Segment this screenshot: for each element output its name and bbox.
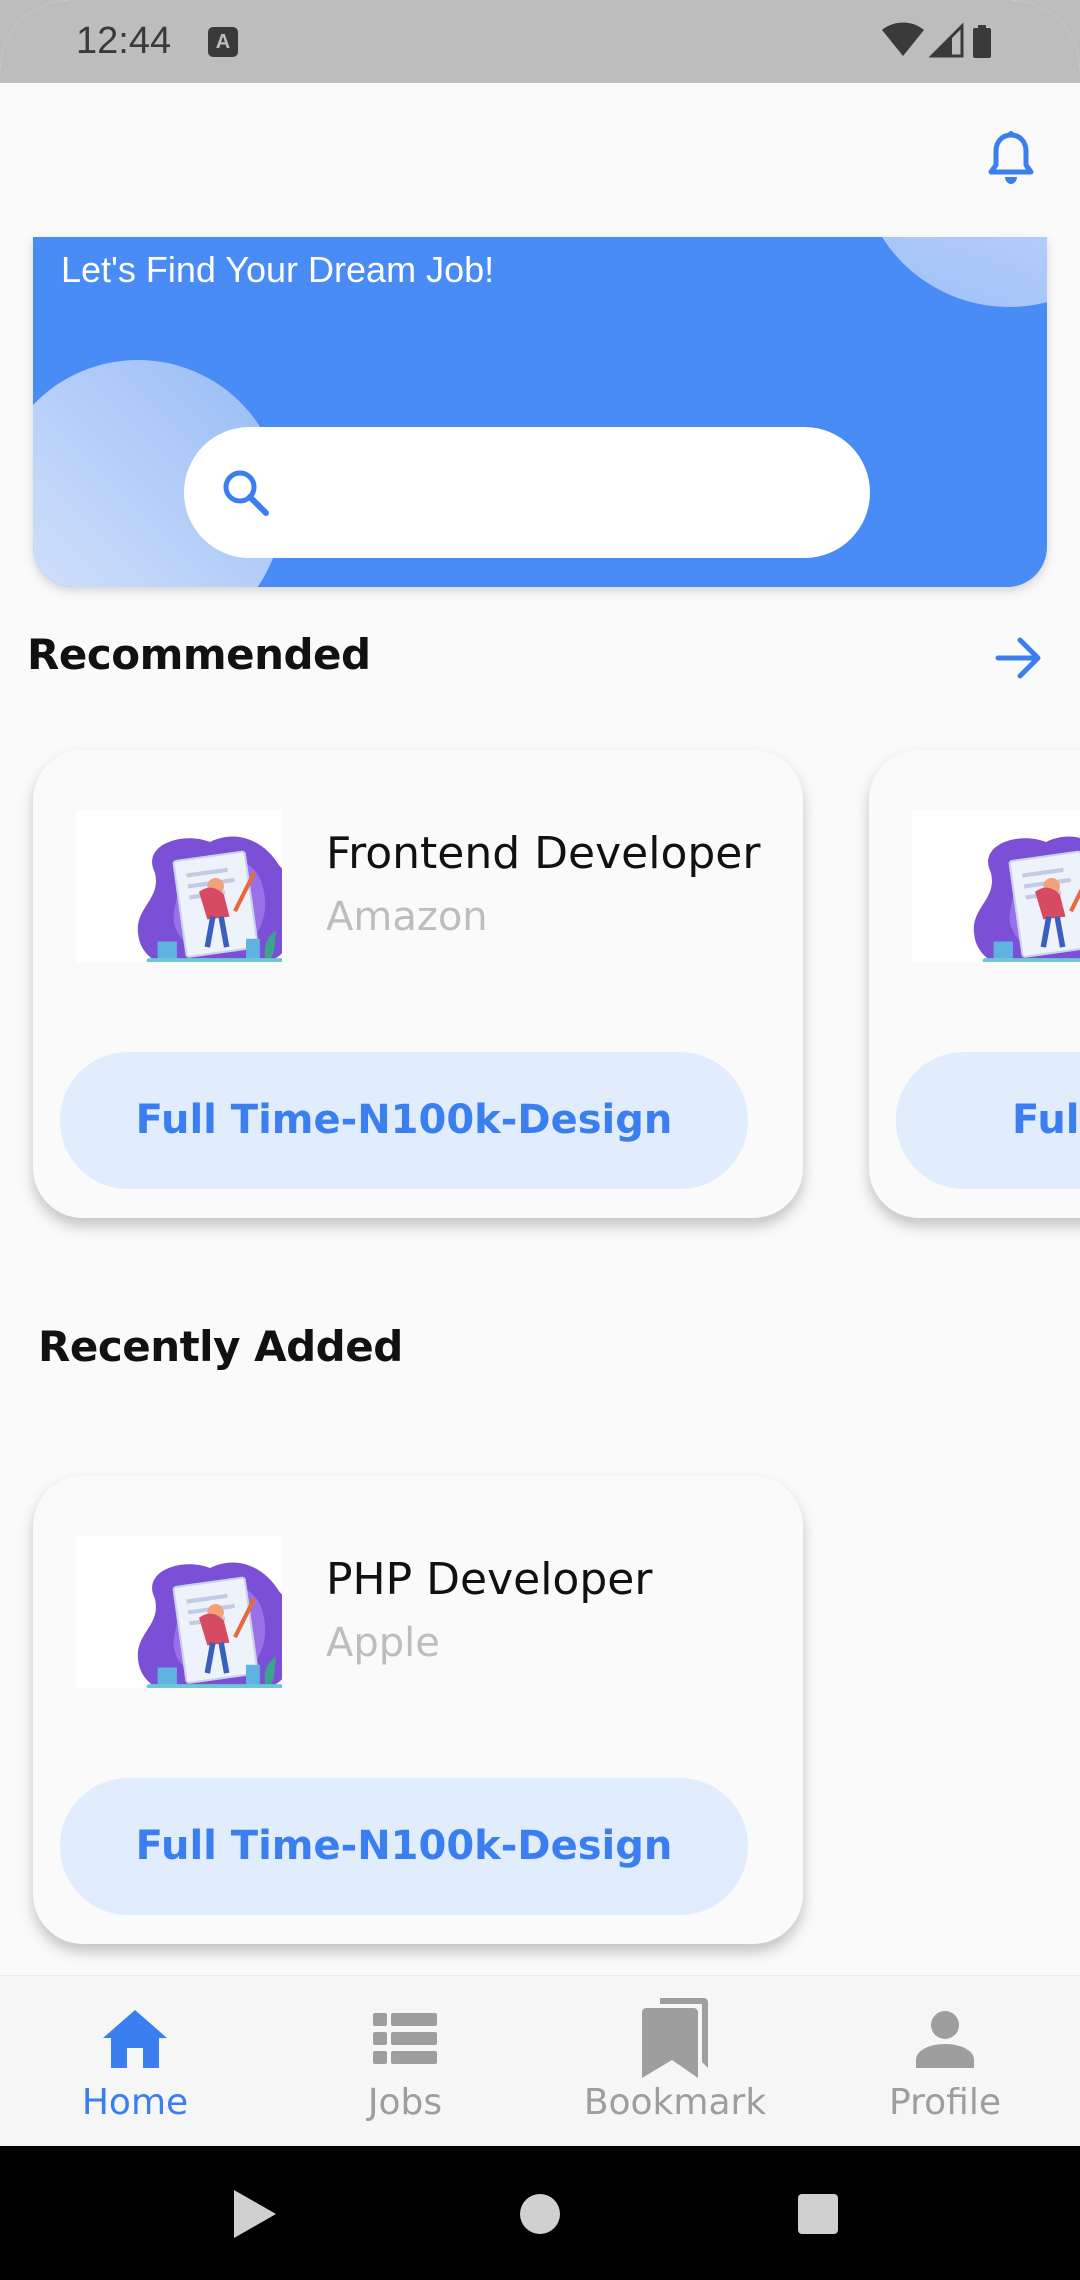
company-logo	[76, 1536, 282, 1688]
job-tag-button[interactable]: Full Time-N100k-Design	[60, 1052, 748, 1189]
cellular-icon	[928, 22, 964, 58]
hero-title: Let's Find Your Dream Job!	[61, 249, 495, 290]
recently-added-title: Recently Added	[38, 1322, 403, 1371]
list-icon	[270, 2004, 540, 2074]
bell-icon[interactable]	[986, 131, 1036, 192]
home-icon	[0, 2004, 270, 2074]
nav-label-jobs: Jobs	[367, 2082, 443, 2123]
wifi-icon	[882, 22, 924, 56]
nav-item-bookmark[interactable]: Bookmark	[540, 1976, 810, 2147]
person-icon	[810, 2004, 1080, 2074]
job-tag-button[interactable]: Full	[896, 1052, 1080, 1189]
recommended-title: Recommended	[27, 630, 371, 679]
search-input[interactable]	[184, 427, 870, 558]
nav-label-home: Home	[81, 2082, 189, 2123]
job-card[interactable]: Full	[869, 750, 1080, 1218]
job-company: Amazon	[326, 894, 488, 940]
status-bar: 12:44 A	[0, 0, 1080, 83]
app-bar	[0, 83, 1080, 237]
job-company: Apple	[326, 1620, 440, 1666]
job-tag-button[interactable]: Full Time-N100k-Design	[60, 1778, 748, 1915]
nav-label-bookmark: Bookmark	[583, 2082, 767, 2123]
notification-badge-icon: A	[208, 27, 238, 57]
arrow-right-icon[interactable]	[994, 634, 1044, 687]
status-icons	[880, 22, 1010, 67]
company-logo	[912, 810, 1080, 962]
system-navigation-bar	[0, 2146, 1080, 2280]
battery-icon	[973, 25, 991, 58]
search-icon[interactable]	[220, 467, 272, 524]
home-circle-icon[interactable]	[520, 2194, 560, 2234]
nav-item-home[interactable]: Home	[0, 1976, 270, 2147]
nav-item-profile[interactable]: Profile	[810, 1976, 1080, 2147]
job-card[interactable]: Frontend Developer Amazon Full Time-N100…	[33, 750, 803, 1218]
hero-banner: Let's Find Your Dream Job!	[33, 237, 1047, 587]
bottom-navigation: Home Jobs Bookmark Profile	[0, 1975, 1080, 2146]
back-icon[interactable]	[234, 2190, 276, 2238]
bookmark-icon	[540, 1998, 810, 2078]
status-time: 12:44	[76, 20, 172, 62]
job-title: PHP Developer	[326, 1554, 653, 1605]
screen: 12:44 A Let's Find Your Dream Job! Recom…	[0, 0, 1080, 2280]
decorative-circle	[859, 237, 1047, 307]
recents-icon[interactable]	[798, 2194, 838, 2234]
nav-item-jobs[interactable]: Jobs	[270, 1976, 540, 2147]
company-logo	[76, 810, 282, 962]
job-title: Frontend Developer	[326, 828, 761, 879]
job-card[interactable]: PHP Developer Apple Full Time-N100k-Desi…	[33, 1476, 803, 1944]
nav-label-profile: Profile	[889, 2082, 1001, 2123]
